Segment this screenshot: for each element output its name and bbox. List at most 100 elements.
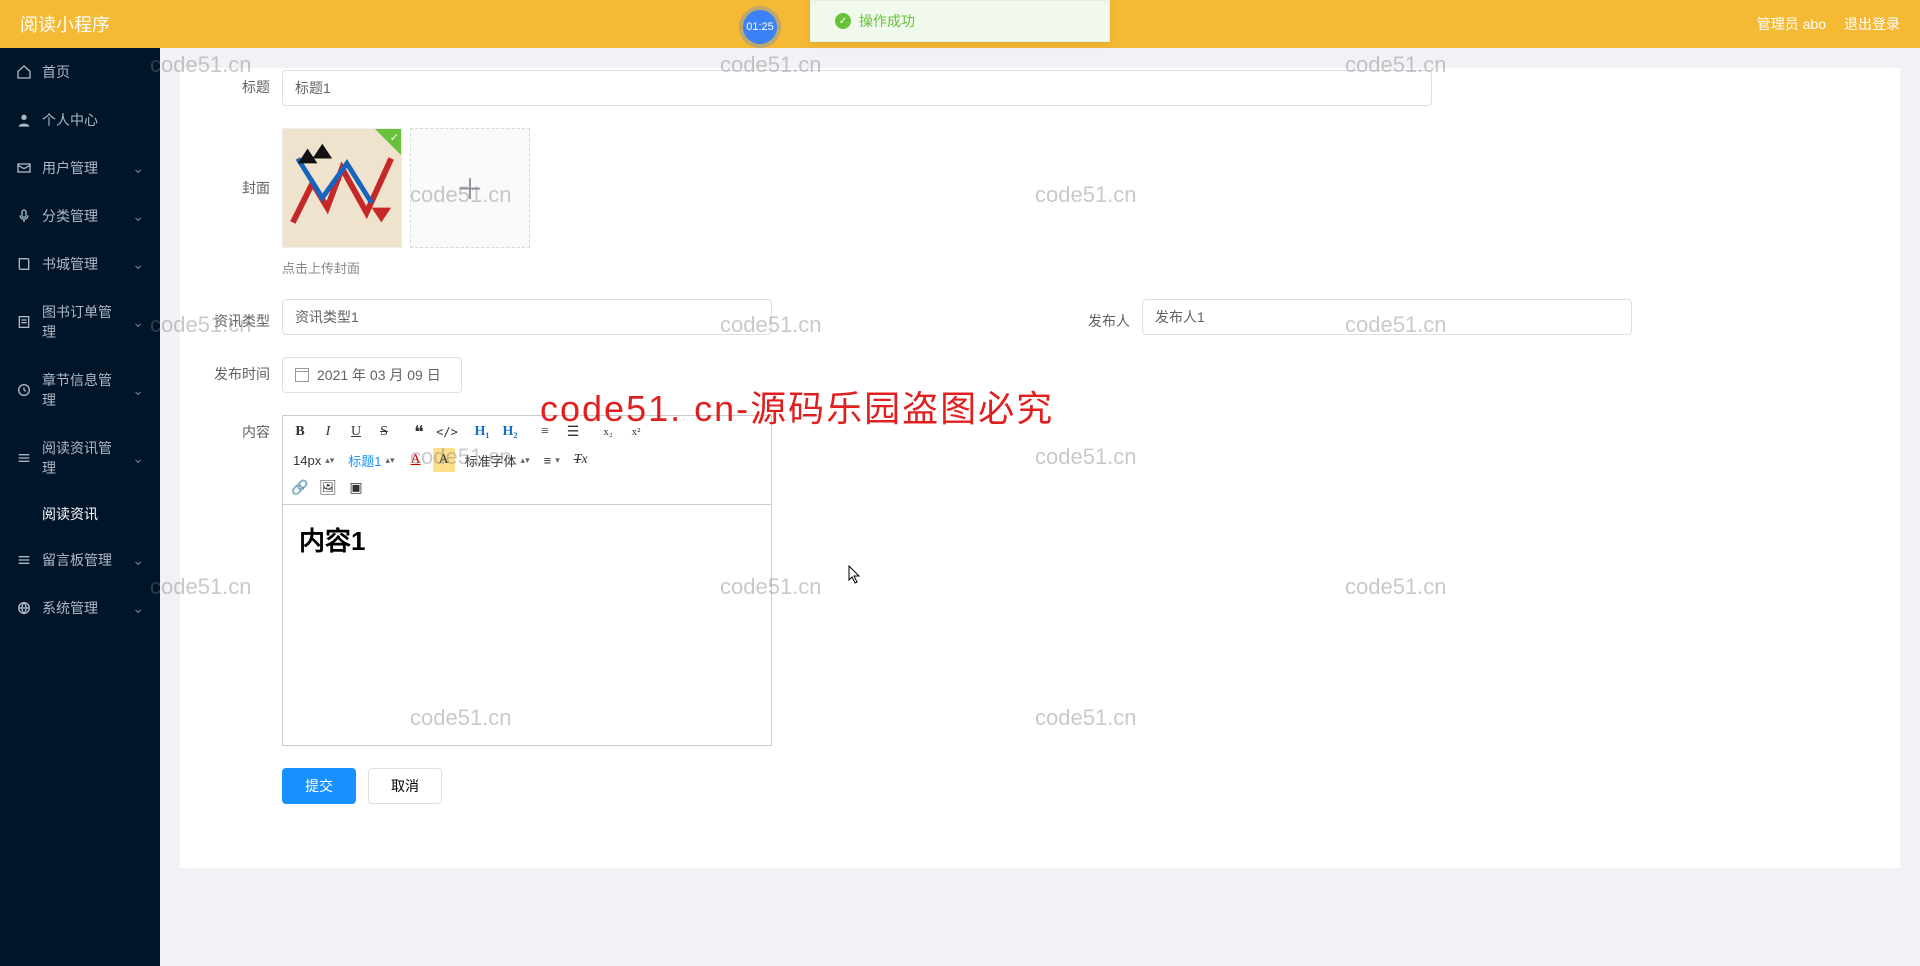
mic-icon bbox=[16, 208, 32, 224]
sidebar-item-messages[interactable]: 留言板管理 ⌄ bbox=[0, 536, 160, 584]
ordered-list-button[interactable]: ≡ bbox=[534, 420, 556, 444]
sidebar-item-category[interactable]: 分类管理 ⌄ bbox=[0, 192, 160, 240]
row-type-publisher: 资讯类型 发布人 bbox=[200, 299, 1880, 335]
list-icon bbox=[16, 450, 32, 466]
field-content: 内容 B I U S ❝ </> H₁ H₂ ≡ ☰ x₂ bbox=[200, 415, 1880, 746]
sidebar-item-chapters[interactable]: 章节信息管理 ⌄ bbox=[0, 356, 160, 424]
align-select[interactable]: ≡▾ bbox=[540, 453, 564, 468]
subscript-button[interactable]: x₂ bbox=[597, 420, 619, 444]
home-icon bbox=[16, 64, 32, 80]
mail-icon bbox=[16, 160, 32, 176]
editor-body[interactable]: 内容1 bbox=[283, 505, 771, 745]
sidebar-item-label: 用户管理 bbox=[42, 158, 122, 178]
publisher-input[interactable] bbox=[1142, 299, 1632, 335]
type-input[interactable] bbox=[282, 299, 772, 335]
sidebar-item-label: 留言板管理 bbox=[42, 550, 122, 570]
label-publisher: 发布人 bbox=[1060, 304, 1130, 331]
sidebar: 首页 个人中心 用户管理 ⌄ 分类管理 ⌄ 书城管理 ⌄ 图书订单管理 ⌄ 章节… bbox=[0, 48, 160, 966]
user-link[interactable]: 管理员 abo bbox=[1757, 14, 1826, 34]
sidebar-item-label: 阅读资讯管理 bbox=[42, 438, 122, 478]
font-family-select[interactable]: 标准字体▴▾ bbox=[461, 451, 534, 470]
chevron-down-icon: ⌄ bbox=[132, 382, 144, 399]
h2-button[interactable]: H₂ bbox=[499, 420, 521, 444]
clear-format-button[interactable]: Tx bbox=[570, 448, 592, 472]
sidebar-item-label: 阅读资讯 bbox=[42, 504, 144, 524]
rich-editor: B I U S ❝ </> H₁ H₂ ≡ ☰ x₂ x² bbox=[282, 415, 772, 746]
sidebar-item-home[interactable]: 首页 bbox=[0, 48, 160, 96]
chevron-down-icon: ⌄ bbox=[132, 160, 144, 177]
font-color-button[interactable]: A bbox=[405, 448, 427, 472]
quote-button[interactable]: ❝ bbox=[408, 420, 430, 444]
superscript-button[interactable]: x² bbox=[625, 420, 647, 444]
label-title: 标题 bbox=[200, 70, 270, 97]
chevron-down-icon: ⌄ bbox=[132, 314, 144, 331]
form-card: 标题 封面 bbox=[180, 68, 1900, 868]
logout-link[interactable]: 退出登录 bbox=[1844, 14, 1900, 34]
submit-button[interactable]: 提交 bbox=[282, 768, 356, 804]
user-icon bbox=[16, 112, 32, 128]
sidebar-item-profile[interactable]: 个人中心 bbox=[0, 96, 160, 144]
chevron-down-icon: ⌄ bbox=[132, 600, 144, 617]
title-input[interactable] bbox=[282, 70, 1432, 106]
font-size-select[interactable]: 14px▴▾ bbox=[289, 453, 338, 468]
main-content: 标题 封面 bbox=[160, 0, 1920, 966]
chevron-down-icon: ⌄ bbox=[132, 208, 144, 225]
upload-cover-button[interactable]: ＋ bbox=[410, 128, 530, 248]
unordered-list-button[interactable]: ☰ bbox=[562, 420, 584, 444]
sidebar-item-label: 图书订单管理 bbox=[42, 302, 122, 342]
check-corner-icon bbox=[375, 129, 401, 155]
code-button[interactable]: </> bbox=[436, 420, 458, 444]
book-icon bbox=[16, 256, 32, 272]
video-button[interactable]: ▣ bbox=[345, 476, 367, 500]
sidebar-item-system[interactable]: 系统管理 ⌄ bbox=[0, 584, 160, 632]
bg-color-button[interactable]: A bbox=[433, 448, 455, 472]
sidebar-item-users[interactable]: 用户管理 ⌄ bbox=[0, 144, 160, 192]
sidebar-item-label: 书城管理 bbox=[42, 254, 122, 274]
clock-icon bbox=[16, 382, 32, 398]
date-value: 2021 年 03 月 09 日 bbox=[317, 365, 441, 385]
chevron-down-icon: ⌄ bbox=[132, 450, 144, 467]
success-toast: ✓ 操作成功 bbox=[810, 0, 1110, 42]
content-heading: 内容1 bbox=[299, 521, 755, 558]
label-cover: 封面 bbox=[200, 128, 270, 198]
sidebar-item-label: 分类管理 bbox=[42, 206, 122, 226]
timer-badge: 01:25 bbox=[743, 10, 777, 44]
calendar-icon bbox=[295, 368, 309, 382]
label-publish-time: 发布时间 bbox=[200, 357, 270, 384]
editor-toolbar: B I U S ❝ </> H₁ H₂ ≡ ☰ x₂ x² bbox=[283, 416, 771, 505]
chevron-down-icon: ⌄ bbox=[132, 256, 144, 273]
toast-text: 操作成功 bbox=[859, 11, 915, 31]
globe-icon bbox=[16, 600, 32, 616]
h1-button[interactable]: H₁ bbox=[471, 420, 493, 444]
label-content: 内容 bbox=[200, 415, 270, 442]
label-type: 资讯类型 bbox=[200, 304, 270, 331]
sidebar-item-news[interactable]: 阅读资讯管理 ⌄ bbox=[0, 424, 160, 492]
bold-button[interactable]: B bbox=[289, 420, 311, 444]
cover-hint: 点击上传封面 bbox=[282, 258, 530, 277]
cover-thumbnail[interactable] bbox=[282, 128, 402, 248]
order-icon bbox=[16, 314, 32, 330]
field-cover: 封面 ＋ bbox=[200, 128, 1880, 277]
sidebar-item-label: 章节信息管理 bbox=[42, 370, 122, 410]
image-button[interactable]: 🖼 bbox=[317, 476, 339, 500]
sidebar-subitem-news[interactable]: 阅读资讯 bbox=[0, 492, 160, 536]
field-title: 标题 bbox=[200, 70, 1880, 106]
chevron-down-icon: ⌄ bbox=[132, 552, 144, 569]
check-circle-icon: ✓ bbox=[835, 13, 851, 29]
plus-icon: ＋ bbox=[456, 168, 484, 208]
strike-button[interactable]: S bbox=[373, 420, 395, 444]
sidebar-item-bookstore[interactable]: 书城管理 ⌄ bbox=[0, 240, 160, 288]
sidebar-item-label: 系统管理 bbox=[42, 598, 122, 618]
heading-select[interactable]: 标题1▴▾ bbox=[344, 451, 398, 470]
link-button[interactable]: 🔗 bbox=[289, 476, 311, 500]
publish-date-picker[interactable]: 2021 年 03 月 09 日 bbox=[282, 357, 462, 393]
list-icon bbox=[16, 552, 32, 568]
italic-button[interactable]: I bbox=[317, 420, 339, 444]
cancel-button[interactable]: 取消 bbox=[368, 768, 442, 804]
sidebar-item-label: 个人中心 bbox=[42, 110, 144, 130]
underline-button[interactable]: U bbox=[345, 420, 367, 444]
action-row: 提交 取消 bbox=[282, 768, 1880, 804]
sidebar-item-orders[interactable]: 图书订单管理 ⌄ bbox=[0, 288, 160, 356]
field-publish-time: 发布时间 2021 年 03 月 09 日 bbox=[200, 357, 1880, 393]
sidebar-item-label: 首页 bbox=[42, 62, 144, 82]
